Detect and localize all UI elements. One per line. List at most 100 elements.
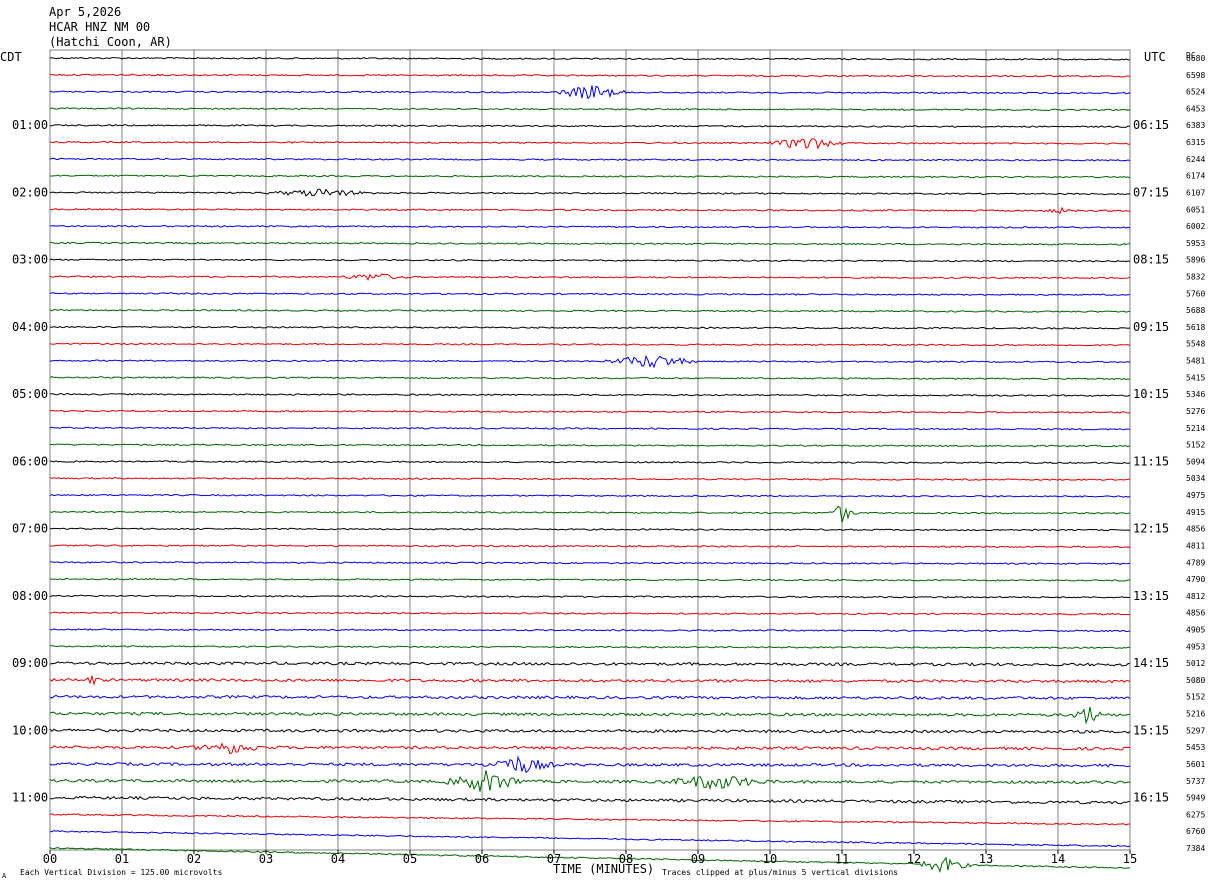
x-tick-label: 09 (691, 852, 705, 866)
trace-row (49, 138, 1131, 150)
dc-offset-label: 5216 (1186, 710, 1205, 719)
trace-row (49, 376, 1131, 381)
dc-offset-label: 5034 (1186, 474, 1205, 483)
trace-row (49, 56, 1131, 61)
dc-offset-label: 6598 (1186, 71, 1205, 80)
left-time-label: 07:00 (12, 522, 48, 536)
trace-row (49, 544, 1131, 549)
dc-offset-label: 4789 (1186, 558, 1205, 567)
trace-row (49, 124, 1131, 128)
dc-offset-label: 5152 (1186, 693, 1205, 702)
dc-offset-label: 5094 (1186, 457, 1205, 466)
trace-row (49, 477, 1131, 481)
dc-offset-label: 5548 (1186, 340, 1205, 349)
trace-row (49, 694, 1131, 701)
trace-row (49, 460, 1131, 465)
trace-row (49, 561, 1131, 565)
dc-offset-label: 5953 (1186, 239, 1205, 248)
right-time-label: 16:15 (1133, 791, 1169, 805)
x-tick-label: 00 (43, 852, 57, 866)
dc-offset-label: 6002 (1186, 222, 1205, 231)
trace-row (49, 830, 1131, 848)
right-timezone-label: UTC (1144, 50, 1166, 64)
dc-offset-label: 6315 (1186, 138, 1205, 147)
trace-row (49, 392, 1131, 397)
trace-row (49, 443, 1131, 448)
left-time-label: 04:00 (12, 320, 48, 334)
trace-row (49, 795, 1130, 805)
trace-row (49, 309, 1131, 313)
dc-offset-label: 5737 (1186, 777, 1205, 786)
right-time-label: 11:15 (1133, 454, 1169, 468)
dc-offset-label: 5214 (1186, 424, 1205, 433)
left-time-label: 03:00 (12, 253, 48, 267)
dc-offset-label: 6107 (1186, 188, 1205, 197)
trace-row (49, 157, 1131, 162)
x-tick-label: 15 (1123, 852, 1137, 866)
trace-row (49, 661, 1131, 667)
dc-offset-label: 5481 (1186, 357, 1205, 366)
x-tick-label: 14 (1051, 852, 1065, 866)
footer-scale-note: Each Vertical Division = 125.00 microvol… (20, 868, 222, 877)
right-time-label: 13:15 (1133, 589, 1169, 603)
dc-offset-label: 5453 (1186, 743, 1205, 752)
dc-offset-label: 6174 (1186, 172, 1205, 181)
x-tick-label: 02 (187, 852, 201, 866)
dc-offset-label: 6680 (1186, 54, 1205, 63)
x-tick-label: 06 (475, 852, 489, 866)
x-tick-label: 12 (907, 852, 921, 866)
trace-row (49, 409, 1131, 414)
right-time-label: 10:15 (1133, 387, 1169, 401)
dc-offset-label: 6524 (1186, 88, 1205, 97)
left-time-label: 01:00 (12, 118, 48, 132)
trace-row (49, 674, 1131, 686)
x-tick-label: 13 (979, 852, 993, 866)
trace-row (49, 342, 1131, 347)
trace-row (49, 292, 1130, 297)
dc-offset-label: 4856 (1186, 609, 1205, 618)
left-time-label: 05:00 (12, 387, 48, 401)
footer-clip-note: Traces clipped at plus/minus 5 vertical … (662, 868, 898, 877)
trace-row (49, 258, 1131, 263)
corner-mark: A (2, 872, 7, 880)
trace-row (49, 628, 1131, 633)
dc-offset-label: 5415 (1186, 373, 1205, 382)
left-time-label: 09:00 (12, 656, 48, 670)
trace-row (49, 107, 1131, 112)
trace-row (49, 73, 1131, 78)
right-time-label: 12:15 (1133, 522, 1169, 536)
left-time-label: 11:00 (12, 791, 48, 805)
dc-offset-label: 7384 (1186, 844, 1205, 853)
trace-row (49, 813, 1131, 826)
trace-row (49, 577, 1131, 582)
dc-offset-label: 5346 (1186, 390, 1205, 399)
left-time-label: 06:00 (12, 454, 48, 468)
right-time-label: 06:15 (1133, 118, 1169, 132)
dc-offset-label: 5152 (1186, 441, 1205, 450)
trace-row (49, 706, 1130, 725)
dc-offset-label: 5012 (1186, 659, 1205, 668)
dc-offset-label: 4790 (1186, 575, 1205, 584)
station-location: (Hatchi Coon, AR) (49, 35, 172, 49)
trace-row (49, 354, 1131, 369)
dc-offset-label: 6275 (1186, 810, 1205, 819)
trace-row (49, 241, 1131, 246)
dc-offset-label: 5080 (1186, 676, 1205, 685)
record-date: Apr 5,2026 (49, 5, 121, 19)
x-tick-label: 03 (259, 852, 273, 866)
dc-offset-label: 4811 (1186, 541, 1205, 550)
trace-row (49, 770, 1131, 792)
dc-offset-label: 6383 (1186, 121, 1205, 130)
dc-offset-label: 4905 (1186, 625, 1205, 634)
dc-offset-label: 5618 (1186, 323, 1205, 332)
x-axis-title: TIME (MINUTES) (553, 862, 654, 876)
dc-offset-label: 5601 (1186, 760, 1205, 769)
trace-row (49, 742, 1130, 755)
trace-row (49, 273, 1131, 281)
left-timezone-label: CDT (0, 50, 22, 64)
right-time-label: 15:15 (1133, 723, 1169, 737)
trace-row (49, 755, 1131, 774)
trace-row (49, 505, 1130, 523)
dc-offset-label: 5949 (1186, 794, 1205, 803)
dc-offset-label: 5896 (1186, 256, 1205, 265)
